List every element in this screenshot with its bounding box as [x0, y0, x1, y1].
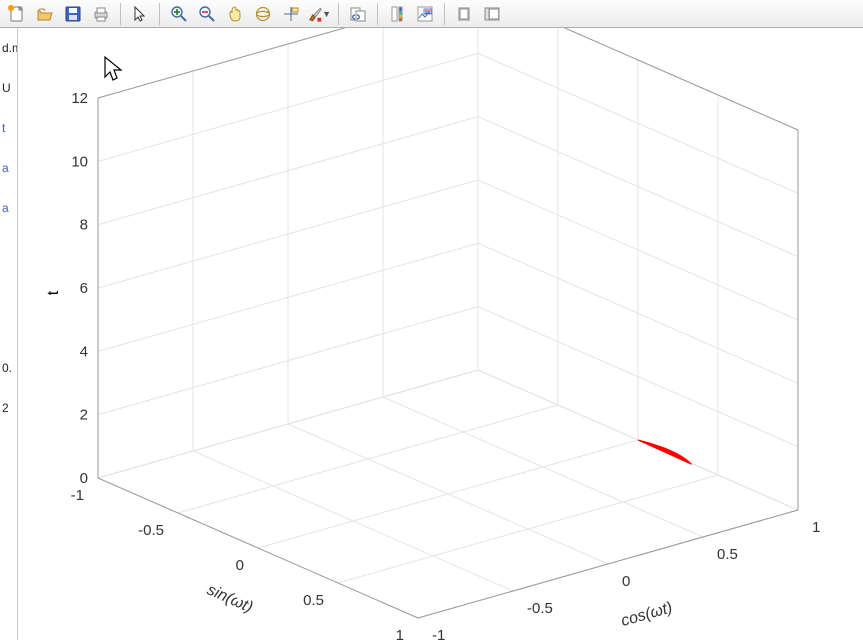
svg-text:0: 0	[80, 470, 88, 487]
svg-text:-1: -1	[71, 487, 84, 504]
svg-text:1: 1	[812, 519, 820, 536]
pan-icon[interactable]	[222, 1, 248, 27]
save-icon[interactable]	[60, 1, 86, 27]
y-axis-label: cos(ωt)	[619, 599, 674, 630]
print-icon[interactable]	[88, 1, 114, 27]
side-fragment	[0, 228, 17, 348]
figure-toolbar: ▼	[0, 0, 863, 28]
show-plot-tools-icon[interactable]	[479, 1, 505, 27]
svg-text:10: 10	[71, 153, 88, 170]
svg-text:4: 4	[80, 343, 88, 360]
svg-text:0.5: 0.5	[717, 546, 738, 563]
zoom-in-icon[interactable]	[166, 1, 192, 27]
toolbar-separator	[338, 3, 339, 25]
new-figure-icon[interactable]	[4, 1, 30, 27]
rotate3d-icon[interactable]	[250, 1, 276, 27]
side-fragment: 2	[0, 388, 17, 428]
svg-text:6: 6	[80, 280, 88, 297]
pointer-icon[interactable]	[127, 1, 153, 27]
svg-text:0: 0	[622, 573, 630, 590]
svg-text:-0.5: -0.5	[138, 522, 164, 539]
side-fragment: 0.	[0, 348, 17, 388]
svg-text:-1: -1	[432, 627, 445, 640]
legend-icon[interactable]	[412, 1, 438, 27]
toolbar-separator	[159, 3, 160, 25]
axes3d[interactable]: -1-0.500.51-1-0.500.51024681012sin(ωt)co…	[18, 28, 863, 640]
data-cursor-icon[interactable]	[278, 1, 304, 27]
link-data-icon[interactable]	[345, 1, 371, 27]
svg-text:12: 12	[71, 90, 88, 107]
figure-window: ▼ d.mUtaa0.2 -1-0.500.51-1-0.500.5102468…	[0, 0, 863, 640]
svg-text:2: 2	[80, 407, 88, 424]
brush-icon[interactable]: ▼	[306, 1, 332, 27]
x-axis-label: sin(ωt)	[204, 581, 255, 616]
open-file-icon[interactable]	[32, 1, 58, 27]
toolbar-separator	[377, 3, 378, 25]
svg-text:0: 0	[236, 557, 244, 574]
side-fragment: d.m	[0, 28, 17, 68]
colorbar-icon[interactable]	[384, 1, 410, 27]
toolbar-separator	[444, 3, 445, 25]
side-fragment: U	[0, 68, 17, 108]
svg-text:8: 8	[80, 217, 88, 234]
svg-text:-0.5: -0.5	[527, 600, 553, 617]
z-axis-label: t	[45, 290, 62, 295]
dropdown-arrow-icon[interactable]: ▼	[322, 9, 331, 19]
axes3d-area[interactable]: -1-0.500.51-1-0.500.51024681012sin(ωt)co…	[18, 28, 863, 640]
zoom-out-icon[interactable]	[194, 1, 220, 27]
toolbar-separator	[120, 3, 121, 25]
svg-text:0.5: 0.5	[303, 592, 324, 609]
side-fragment: a	[0, 148, 17, 188]
left-panel-strip: d.mUtaa 0.2	[0, 28, 18, 640]
svg-text:1: 1	[396, 627, 404, 640]
side-fragment: t	[0, 108, 17, 148]
hide-plot-tools-icon[interactable]	[451, 1, 477, 27]
side-fragment: a	[0, 188, 17, 228]
